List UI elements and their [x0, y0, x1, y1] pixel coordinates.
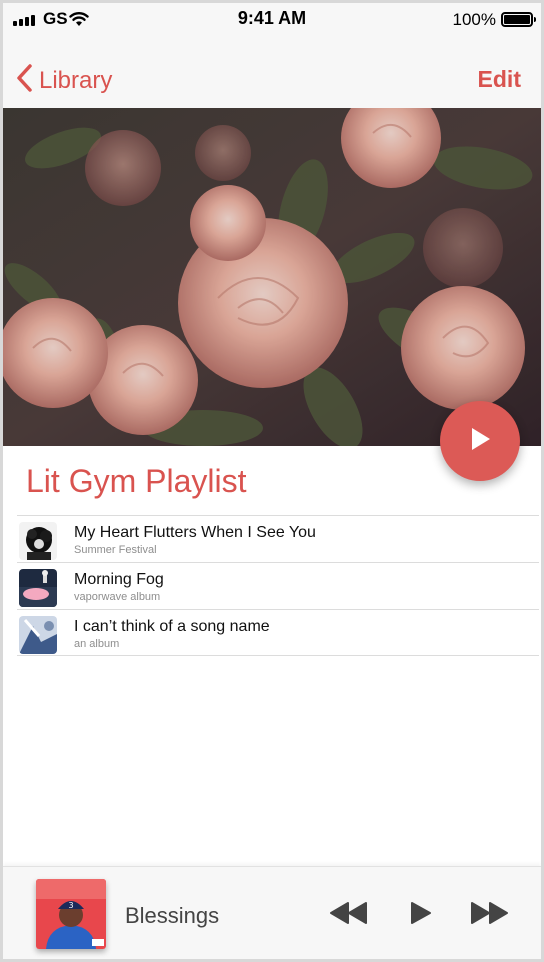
play-playlist-button[interactable]: [440, 401, 520, 481]
playlist-cover-image: [3, 108, 541, 446]
now-playing-title: Blessings: [125, 903, 220, 928]
edit-button[interactable]: Edit: [478, 66, 521, 93]
mini-player: 3 Blessings: [3, 866, 541, 959]
track-artwork: [19, 569, 57, 607]
app-frame: GS 9:41 AM 100% Library Edit Lit Gym Pla…: [0, 0, 544, 962]
track-album: Summer Festival: [74, 544, 157, 556]
track-artwork: [19, 616, 57, 654]
nav-bar: Library Edit: [3, 37, 541, 108]
playlist-title: Lit Gym Playlist: [26, 463, 247, 499]
chevron-left-icon: [15, 63, 33, 98]
rewind-button[interactable]: [329, 901, 369, 930]
status-bar: GS 9:41 AM 100%: [3, 3, 541, 37]
track-row[interactable]: Morning Fog vaporwave album: [17, 562, 539, 609]
play-icon: [467, 426, 493, 457]
play-button[interactable]: [409, 901, 433, 930]
track-list: My Heart Flutters When I See You Summer …: [17, 515, 539, 656]
track-row[interactable]: My Heart Flutters When I See You Summer …: [17, 515, 539, 562]
track-title: Morning Fog: [74, 571, 164, 588]
svg-text:3: 3: [68, 901, 73, 910]
back-label: Library: [39, 66, 113, 94]
track-title: My Heart Flutters When I See You: [74, 524, 316, 541]
fast-forward-icon: [469, 902, 509, 929]
track-title: I can’t think of a song name: [74, 618, 270, 635]
fast-forward-button[interactable]: [469, 901, 509, 930]
play-icon: [409, 902, 433, 929]
rewind-icon: [329, 902, 369, 929]
track-album: an album: [74, 638, 120, 650]
battery-icon: [501, 12, 536, 27]
track-artwork: [19, 522, 57, 560]
track-album: vaporwave album: [74, 591, 161, 603]
now-playing-artwork[interactable]: 3: [36, 879, 106, 949]
battery-percent: 100%: [452, 10, 496, 29]
back-button[interactable]: Library: [15, 63, 112, 98]
track-row[interactable]: I can’t think of a song name an album: [17, 609, 539, 656]
